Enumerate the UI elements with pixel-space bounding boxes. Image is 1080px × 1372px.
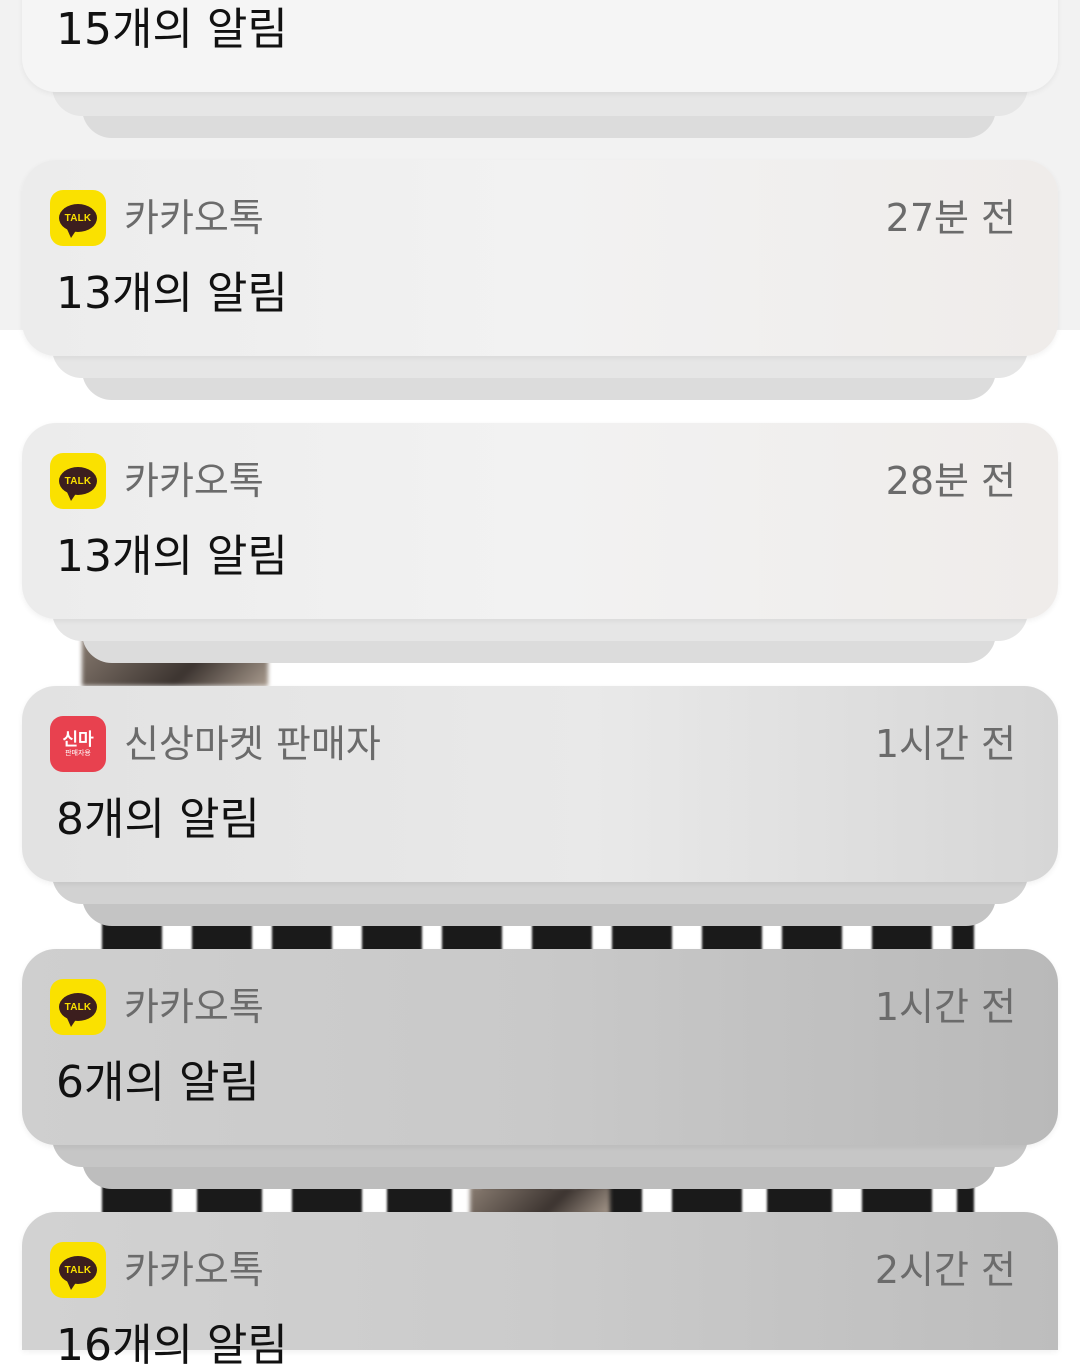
notification-card[interactable]: TALK 카카오톡 28분 전 13개의 알림 (22, 423, 1058, 619)
kakao-talk-label: TALK (64, 1264, 92, 1276)
notification-count: 8개의 알림 (56, 794, 260, 845)
notification-time: 27분 전 (885, 196, 1016, 240)
notification-card[interactable]: 신마 판매자용 신상마켓 판매자 1시간 전 8개의 알림 (22, 686, 1058, 882)
notification-count: 6개의 알림 (56, 1057, 260, 1108)
notification-card[interactable]: TALK 카카오톡 2시간 전 16개의 알림 (22, 1212, 1058, 1371)
notification-time: 1시간 전 (874, 722, 1016, 766)
kakao-talk-label: TALK (64, 475, 92, 487)
shinma-logo-text: 신마 (62, 729, 94, 750)
shinma-logo-subtext: 판매자용 (65, 748, 91, 757)
notification-app-name: 카카오톡 (124, 985, 264, 1029)
notification-count: 16개의 알림 (56, 1320, 288, 1371)
kakao-talk-label: TALK (64, 1001, 92, 1013)
notification-app-name: 신상마켓 판매자 (124, 722, 381, 766)
notification-count: 13개의 알림 (56, 531, 288, 582)
kakaotalk-icon: TALK (50, 190, 106, 246)
notification-card[interactable]: TALK 카카오톡 27분 전 13개의 알림 (22, 160, 1058, 356)
kakaotalk-icon: TALK (50, 453, 106, 509)
notification-card[interactable]: 15개의 알림 (22, 0, 1058, 92)
notification-card[interactable]: TALK 카카오톡 1시간 전 6개의 알림 (22, 949, 1058, 1145)
kakaotalk-icon: TALK (50, 1242, 106, 1298)
notification-app-name: 카카오톡 (124, 459, 264, 503)
notification-time: 28분 전 (885, 459, 1016, 503)
notification-count: 13개의 알림 (56, 268, 288, 319)
notification-app-name: 카카오톡 (124, 1248, 264, 1292)
kakaotalk-icon: TALK (50, 979, 106, 1035)
kakao-talk-label: TALK (64, 212, 92, 224)
notification-time: 2시간 전 (874, 1248, 1016, 1292)
notification-app-name: 카카오톡 (124, 196, 264, 240)
notification-count: 15개의 알림 (56, 4, 288, 55)
notification-time: 1시간 전 (874, 985, 1016, 1029)
shinsang-market-icon: 신마 판매자용 (50, 716, 106, 772)
